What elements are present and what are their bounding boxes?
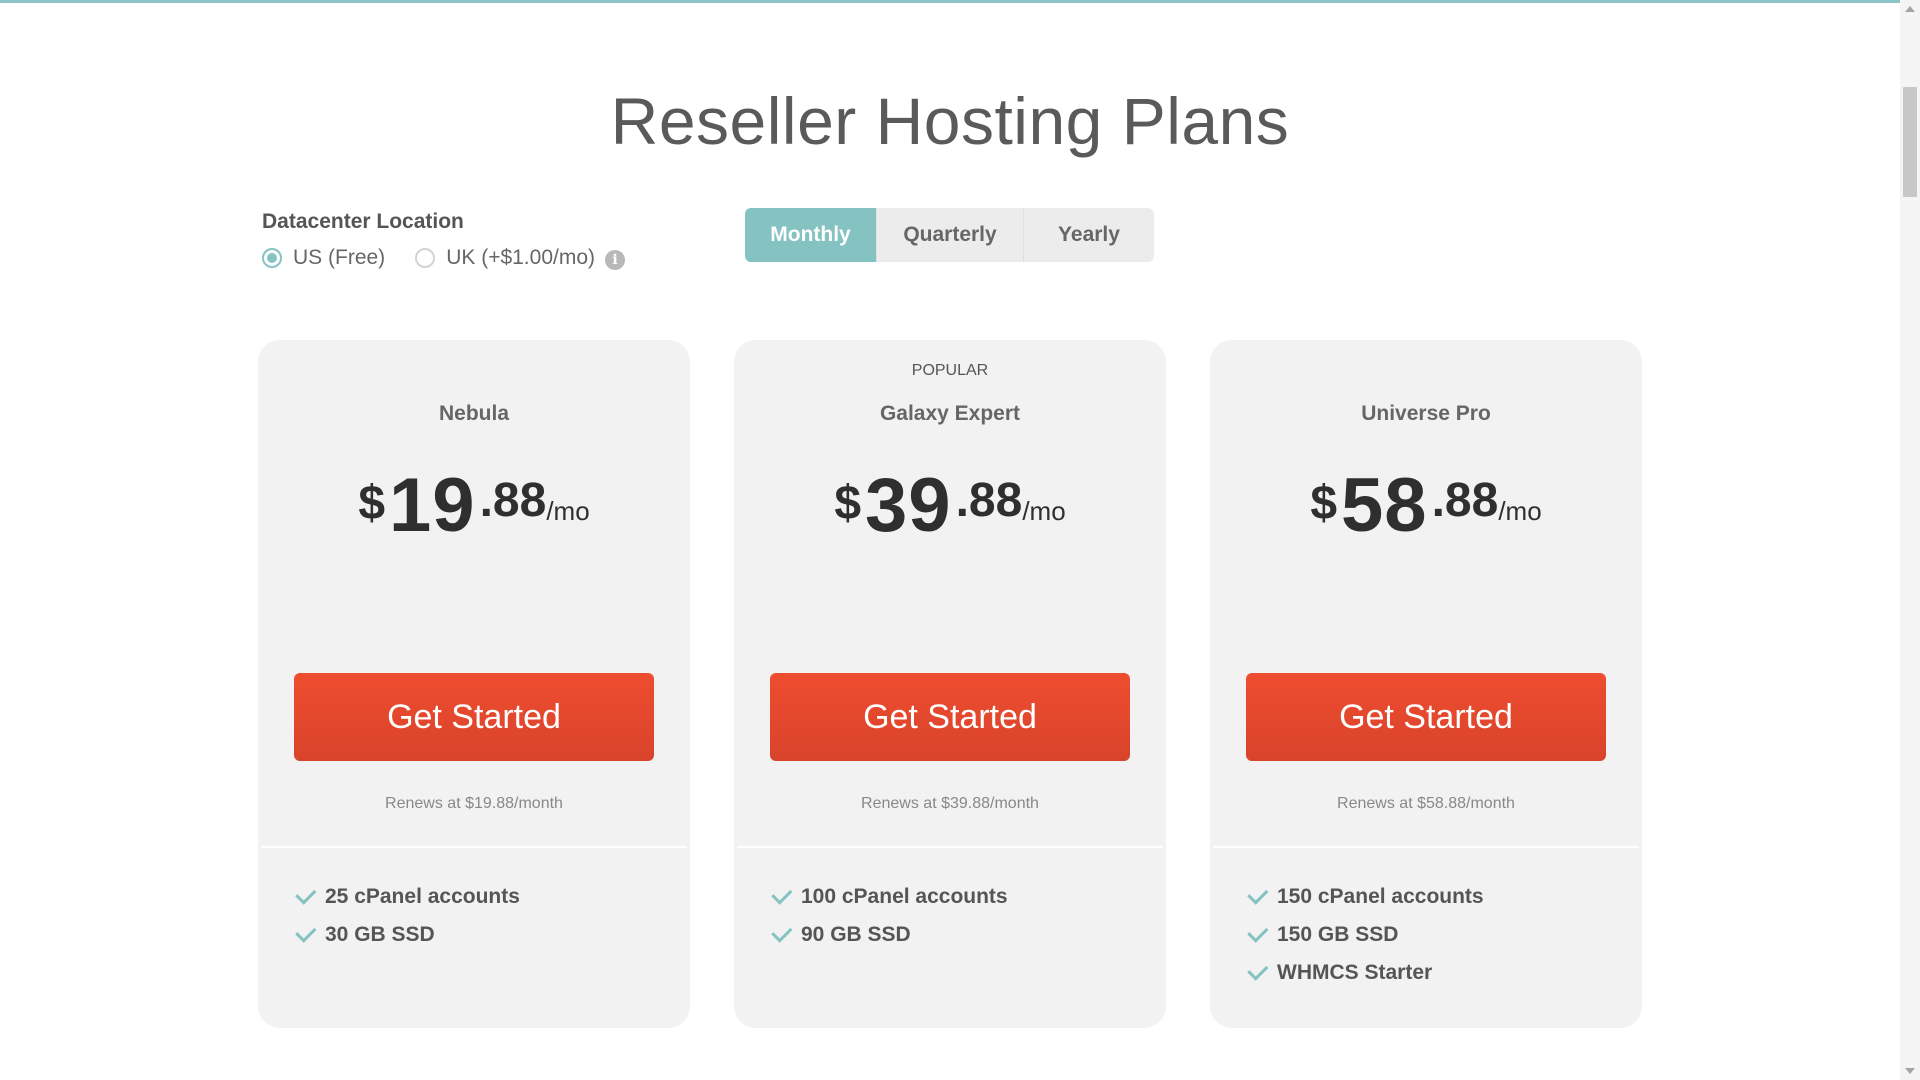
feature-item: 100 cPanel accounts	[770, 878, 1008, 916]
price-cents: .88	[479, 474, 547, 527]
plan-price: $ 39 .88 /mo	[734, 468, 1166, 544]
feature-item: 30 GB SSD	[294, 916, 520, 954]
top-accent-bar	[0, 0, 1900, 3]
price-unit: /mo	[546, 496, 590, 526]
tab-quarterly[interactable]: Quarterly	[877, 208, 1024, 262]
feature-label: 90 GB SSD	[801, 923, 911, 946]
feature-label: 150 cPanel accounts	[1277, 885, 1484, 908]
plan-name: Universe Pro	[1361, 402, 1491, 425]
price-currency: $	[358, 477, 386, 530]
feature-item: 90 GB SSD	[770, 916, 1008, 954]
check-icon	[1247, 959, 1269, 981]
feature-label: 30 GB SSD	[325, 923, 435, 946]
feature-item: WHMCS Starter	[1246, 954, 1484, 992]
tab-yearly[interactable]: Yearly	[1024, 208, 1154, 262]
feature-label: 100 cPanel accounts	[801, 885, 1008, 908]
tab-monthly[interactable]: Monthly	[745, 208, 877, 262]
plan-price: $ 19 .88 /mo	[258, 468, 690, 544]
check-icon	[771, 883, 793, 905]
datacenter-option-us[interactable]: US (Free)	[262, 246, 385, 270]
plan-badge-popular: POPULAR	[911, 362, 989, 379]
datacenter-options: US (Free) UK (+$1.00/mo) i	[262, 246, 626, 270]
feature-label: 25 cPanel accounts	[325, 885, 520, 908]
plan-card-galaxy-expert: POPULAR Galaxy Expert $ 39 .88 /mo Get S…	[734, 340, 1166, 1028]
get-started-button[interactable]: Get Started	[770, 673, 1130, 761]
price-currency: $	[834, 477, 862, 530]
price-whole: 19	[389, 463, 476, 548]
datacenter-location: Datacenter Location US (Free) UK (+$1.00…	[262, 210, 626, 270]
feature-label: WHMCS Starter	[1277, 961, 1433, 984]
check-icon	[295, 883, 317, 905]
renewal-note: Renews at $39.88/month	[861, 795, 1039, 812]
price-currency: $	[1310, 477, 1338, 530]
feature-list: 150 cPanel accounts 150 GB SSD WHMCS Sta…	[1246, 878, 1484, 992]
renewal-note: Renews at $19.88/month	[385, 795, 563, 812]
divider	[261, 846, 687, 848]
price-whole: 58	[1341, 463, 1428, 548]
feature-item: 150 cPanel accounts	[1246, 878, 1484, 916]
price-cents: .88	[1431, 474, 1499, 527]
feature-label: 150 GB SSD	[1277, 923, 1399, 946]
get-started-button[interactable]: Get Started	[294, 673, 654, 761]
feature-item: 150 GB SSD	[1246, 916, 1484, 954]
radio-uk[interactable]	[415, 248, 436, 268]
check-icon	[1247, 883, 1269, 905]
radio-us[interactable]	[262, 248, 282, 268]
billing-period-toggle: Monthly Quarterly Yearly	[745, 208, 1154, 262]
plan-card-nebula: Nebula $ 19 .88 /mo Get Started Renews a…	[258, 340, 690, 1028]
get-started-button[interactable]: Get Started	[1246, 673, 1606, 761]
check-icon	[771, 921, 793, 943]
info-icon[interactable]: i	[605, 250, 626, 270]
renewal-note: Renews at $58.88/month	[1337, 795, 1515, 812]
datacenter-option-uk[interactable]: UK (+$1.00/mo)	[415, 246, 595, 270]
feature-list: 25 cPanel accounts 30 GB SSD	[294, 878, 520, 954]
price-cents: .88	[955, 474, 1023, 527]
divider	[1213, 846, 1639, 848]
plan-name: Nebula	[438, 402, 509, 425]
scroll-down-arrow-icon[interactable]	[1905, 1068, 1915, 1074]
check-icon	[1247, 921, 1269, 943]
scrollbar[interactable]	[1900, 0, 1920, 1080]
feature-item: 25 cPanel accounts	[294, 878, 520, 916]
datacenter-option-us-label: US (Free)	[293, 246, 386, 269]
price-unit: /mo	[1022, 496, 1066, 526]
divider	[737, 846, 1163, 848]
datacenter-option-uk-label: UK (+$1.00/mo)	[446, 246, 596, 269]
plans-list: Nebula $ 19 .88 /mo Get Started Renews a…	[258, 340, 1642, 1028]
plan-price: $ 58 .88 /mo	[1210, 468, 1642, 544]
page-title: Reseller Hosting Plans	[610, 84, 1290, 158]
scroll-up-arrow-icon[interactable]	[1905, 6, 1915, 12]
feature-list: 100 cPanel accounts 90 GB SSD	[770, 878, 1008, 954]
check-icon	[295, 921, 317, 943]
datacenter-location-label: Datacenter Location	[262, 210, 464, 233]
price-whole: 39	[865, 463, 952, 548]
plan-card-universe-pro: Universe Pro $ 58 .88 /mo Get Started Re…	[1210, 340, 1642, 1028]
plan-name: Galaxy Expert	[879, 402, 1021, 425]
scroll-thumb[interactable]	[1903, 87, 1917, 197]
price-unit: /mo	[1498, 496, 1542, 526]
